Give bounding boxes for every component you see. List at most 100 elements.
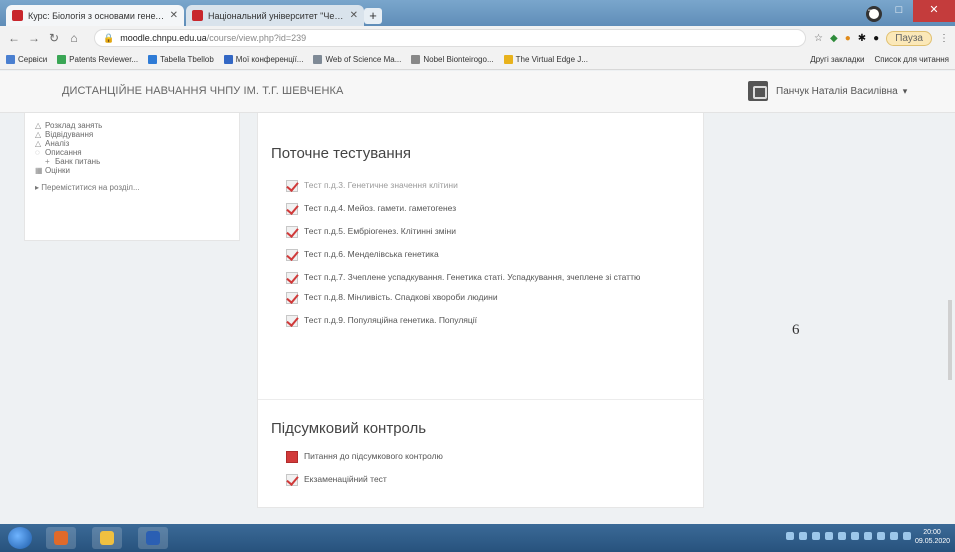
sidebar-item-icon: △ (35, 139, 42, 148)
maximize-button[interactable]: □ (885, 0, 913, 22)
course-admin-block: △ Розклад занять △ Відвідування △ Аналіз ◌ О… (24, 113, 240, 241)
reading-list[interactable]: Список для читання (874, 55, 949, 64)
bookmark-icon (57, 55, 67, 64)
quiz-activity[interactable]: Тест п.д.5. Ембріогенез. Клітинні зміни (258, 226, 705, 238)
tray-icon[interactable] (851, 532, 859, 540)
close-tab-icon[interactable]: ✕ (350, 10, 358, 21)
tray-icon[interactable] (877, 532, 885, 540)
windows-taskbar: 20:00 09.05.2020 (0, 524, 955, 552)
address-bar[interactable]: 🔒 moodle.chnpu.edu.ua /course/view.php?i… (94, 29, 807, 47)
sidebar-item[interactable]: △ Аналіз (35, 139, 239, 148)
activity-label: Питання до підсумкового контролю (304, 451, 443, 461)
bookmark-item[interactable]: Patents Reviewer... (57, 55, 138, 64)
bookmark-item[interactable]: Web of Science Ma... (313, 55, 401, 64)
tray-icon[interactable] (786, 532, 794, 540)
sidebar-item-label: Оцінки (45, 166, 70, 175)
start-button-icon[interactable] (8, 527, 32, 549)
bookmark-item[interactable]: Tabella Tbellob (148, 55, 214, 64)
book-icon (286, 451, 298, 463)
bookmarks-bar: Сервіси Patents Reviewer... Tabella Tbel… (0, 50, 955, 70)
section-title: Підсумковий контроль (271, 420, 427, 437)
activity-label: Тест п.д.9. Популяційна генетика. Популя… (304, 315, 477, 325)
sidebar-item-label: Аналіз (45, 139, 70, 148)
other-bookmarks-folder[interactable]: Другі закладки (810, 55, 864, 64)
site-favicon-icon (192, 10, 203, 21)
back-button[interactable]: ← (6, 31, 22, 45)
avatar[interactable] (748, 81, 768, 101)
extensions-puzzle-icon[interactable]: ✱ (858, 33, 866, 44)
taskbar-clock[interactable]: 20:00 09.05.2020 (915, 528, 951, 546)
course-section: Поточне тестування Тест п.д.3. Генетичне… (258, 145, 705, 397)
sidebar-item[interactable]: △ Розклад занять (35, 121, 239, 130)
bookmark-item[interactable]: Мої конференції... (223, 55, 303, 64)
minimize-button[interactable]: – (857, 0, 885, 22)
tray-icon[interactable] (864, 532, 872, 540)
activity-label: Тест п.д.4. Мейоз. гамети. гаметогенез (304, 203, 457, 213)
word-icon (146, 531, 160, 545)
browser-toolbar: ← → ↻ ⌂ 🔒 moodle.chnpu.edu.ua /course/vi… (0, 26, 955, 50)
taskbar-app-word[interactable] (138, 527, 168, 549)
home-button[interactable]: ⌂ (66, 31, 82, 45)
tray-icon[interactable] (890, 532, 898, 540)
close-tab-icon[interactable]: ✕ (170, 10, 178, 21)
extension-shield-icon[interactable]: ◆ (830, 33, 838, 44)
bookmark-icon (313, 55, 323, 64)
sync-paused-button[interactable]: Пауза (886, 30, 932, 46)
scrollbar[interactable] (948, 300, 952, 380)
browser-tab[interactable]: Курс: Біологія з основами генетики ✕ (6, 5, 184, 26)
quiz-icon (286, 315, 298, 327)
quiz-activity[interactable]: Тест п.д.7. Зчеплене успадкування. Генет… (258, 272, 705, 284)
move-to-section-link[interactable]: ▸ Переміститися на розділ... (35, 183, 239, 192)
bookmark-icon (411, 55, 421, 64)
tray-icon[interactable] (838, 532, 846, 540)
quiz-activity[interactable]: Тест п.д.4. Мейоз. гамети. гаметогенез (258, 203, 705, 215)
bookmark-item[interactable]: Nobel Bionteirogo... (411, 55, 494, 64)
site-header: ДИСТАНЦІЙНЕ НАВЧАННЯ ЧНПУ ІМ. Т.Г. ШЕВЧЕ… (0, 71, 955, 113)
folder-icon (100, 531, 114, 545)
quiz-activity[interactable]: Тест п.д.3. Генетичне значення клітини (258, 180, 705, 192)
user-name[interactable]: Панчук Наталія Василівна (776, 86, 898, 97)
section-title: Поточне тестування (271, 145, 412, 162)
taskbar-app-explorer[interactable] (92, 527, 122, 549)
new-tab-button[interactable]: + (364, 8, 382, 24)
browser-tab[interactable]: Національний університет "Чернігівський … (186, 5, 364, 26)
menu-icon[interactable]: ⋮ (939, 33, 949, 44)
sidebar-item[interactable]: ▦ Оцінки (35, 166, 239, 175)
quiz-activity[interactable]: Тест п.д.6. Менделівська генетика (258, 249, 705, 261)
lock-icon: 🔒 (103, 32, 115, 43)
tray-icon[interactable] (903, 532, 911, 540)
reload-button[interactable]: ↻ (46, 31, 62, 45)
sidebar-item-icon: △ (35, 130, 42, 139)
clock-date: 09.05.2020 (915, 538, 951, 545)
forward-button[interactable]: → (26, 31, 42, 45)
site-name[interactable]: ДИСТАНЦІЙНЕ НАВЧАННЯ ЧНПУ ІМ. Т.Г. ШЕВЧЕ… (62, 85, 343, 97)
sidebar-item[interactable]: ◌ Описання (35, 148, 239, 157)
sidebar-item-icon: ▦ (35, 166, 43, 175)
user-menu[interactable]: Панчук Наталія Василівна ▾ (748, 81, 907, 101)
close-window-button[interactable]: ✕ (913, 0, 955, 22)
extension-orange-icon[interactable]: ● (845, 33, 851, 44)
bookmark-star-icon[interactable]: ☆ (814, 33, 823, 44)
sidebar-item-label: Описання (45, 148, 82, 157)
account-icon[interactable]: ● (873, 33, 879, 44)
course-section: Підсумковий контроль Питання до підсумко… (258, 399, 705, 508)
quiz-activity[interactable]: Тест п.д.9. Популяційна генетика. Популя… (258, 315, 705, 327)
tray-icon[interactable] (812, 532, 820, 540)
bookmark-item[interactable]: The Virtual Edge J... (503, 55, 588, 64)
taskbar-app-chrome[interactable] (46, 527, 76, 549)
sidebar-item[interactable]: △ Відвідування (35, 130, 239, 139)
tray-icon[interactable] (799, 532, 807, 540)
book-activity[interactable]: Питання до підсумкового контролю (258, 451, 705, 463)
tab-title: Курс: Біологія з основами генетики (28, 10, 166, 21)
quiz-activity[interactable]: Екзаменаційний тест (258, 474, 705, 486)
page-number: 6 (792, 322, 800, 338)
activity-label: Екзаменаційний тест (304, 474, 387, 484)
chevron-down-icon[interactable]: ▾ (903, 86, 908, 97)
sidebar-item[interactable]: + Банк питань (35, 157, 239, 166)
sidebar-item-label: Банк питань (55, 157, 101, 166)
apps-icon (6, 55, 15, 64)
quiz-activity[interactable]: Тест п.д.8. Мінливість. Спадкові хвороби… (258, 292, 705, 304)
tray-icon[interactable] (825, 532, 833, 540)
tab-title: Національний університет "Чернігівський … (208, 10, 346, 21)
bookmark-item[interactable]: Сервіси (6, 55, 47, 64)
